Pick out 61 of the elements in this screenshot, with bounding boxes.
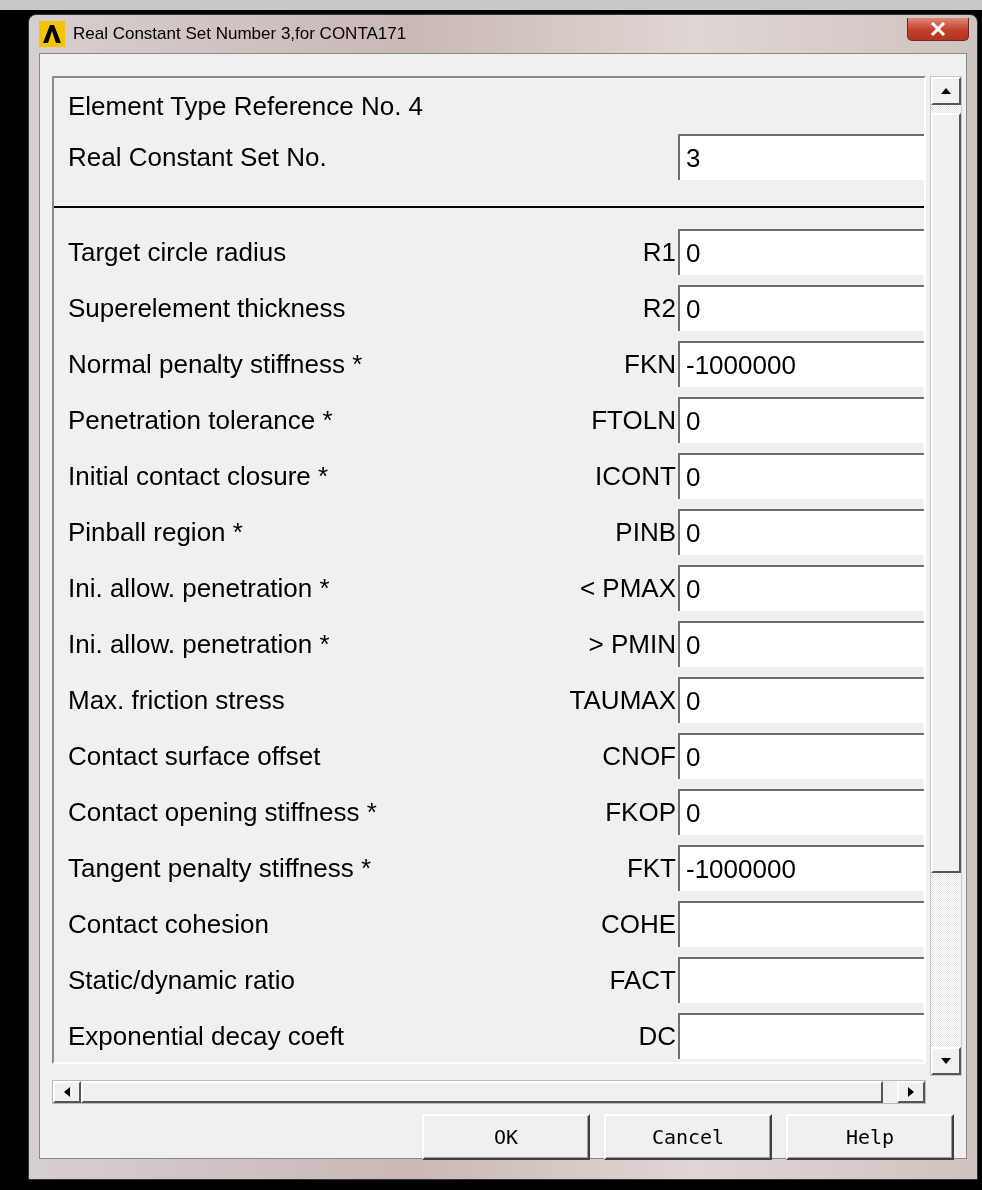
parameter-name: FACT [609,964,677,996]
field-label: Ini. allow. penetration * [67,628,331,660]
parameter-name: R1 [642,236,677,268]
parameter-name: < PMAX [579,572,677,604]
scroll-right-icon [908,1087,914,1097]
scroll-down-icon [941,1058,951,1064]
field-label: Tangent penalty stiffness * [67,852,373,884]
input-field[interactable]: 0 [678,397,924,443]
close-icon [930,21,946,36]
field-label: Max. friction stress [67,684,286,716]
input-field[interactable]: 0 [678,453,924,499]
parameter-name: FTOLN [591,404,677,436]
input-field[interactable]: 0 [678,565,924,611]
parameter-name: FKT [626,852,677,884]
dialog-button[interactable]: OK [422,1114,590,1160]
field-label: Pinball region * [67,516,244,548]
scroll-up-icon [941,88,951,94]
app-logo-icon [39,21,65,47]
field-label: Initial contact closure * [67,460,330,492]
parameter-name: FKN [624,348,677,380]
field-label: Normal penalty stiffness * [67,348,364,380]
parameter-name: R2 [642,292,677,324]
vertical-scrollbar[interactable] [930,76,962,1076]
field-label: Static/dynamic ratio [67,964,296,996]
parameter-name: DC [638,1020,677,1052]
input-field[interactable]: 0 [678,733,924,779]
input-field[interactable] [678,901,924,947]
input-field[interactable]: 0 [678,621,924,667]
field-label: Target circle radius [67,236,288,268]
input-field[interactable]: -1000000 [678,341,924,387]
input-field[interactable] [678,1013,924,1059]
input-field[interactable]: 0 [678,789,924,835]
input-field[interactable]: -1000000 [678,845,924,891]
field-label: Real Constant Set No. [67,141,328,173]
field-label: Ini. allow. penetration * [67,572,331,604]
input-field[interactable]: 0 [678,229,924,275]
input-field[interactable]: 0 [678,509,924,555]
input-field[interactable] [678,957,924,1003]
input-field[interactable]: 0 [678,677,924,723]
dialog-button[interactable]: Cancel [604,1114,772,1160]
dialog-button[interactable]: Help [786,1114,954,1160]
parameter-name: TAUMAX [569,684,677,716]
window-title: Real Constant Set Number 3,for CONTA171 [73,24,407,44]
field-label: Penetration tolerance * [67,404,334,436]
field-label: Exponential decay coeft [67,1020,346,1052]
parameter-name: CNOF [602,740,677,772]
field-label: Contact surface offset [67,740,322,772]
scroll-left-icon [64,1087,70,1097]
horizontal-scrollbar[interactable] [52,1080,926,1104]
field-label: Contact opening stiffness * [67,796,378,828]
parameter-name: > PMIN [588,628,677,660]
input-field[interactable]: 0 [678,285,924,331]
parameter-name: ICONT [595,460,677,492]
input-field[interactable]: 3 [678,134,924,180]
parameter-name: FKOP [605,796,677,828]
parameter-name: COHE [600,908,677,940]
field-label: Contact cohesion [67,908,270,940]
field-label: Superelement thickness [67,292,347,324]
parameter-name: PINB [615,516,677,548]
close-button[interactable] [907,17,969,41]
element-type-text: Element Type Reference No. 4 [67,90,425,123]
